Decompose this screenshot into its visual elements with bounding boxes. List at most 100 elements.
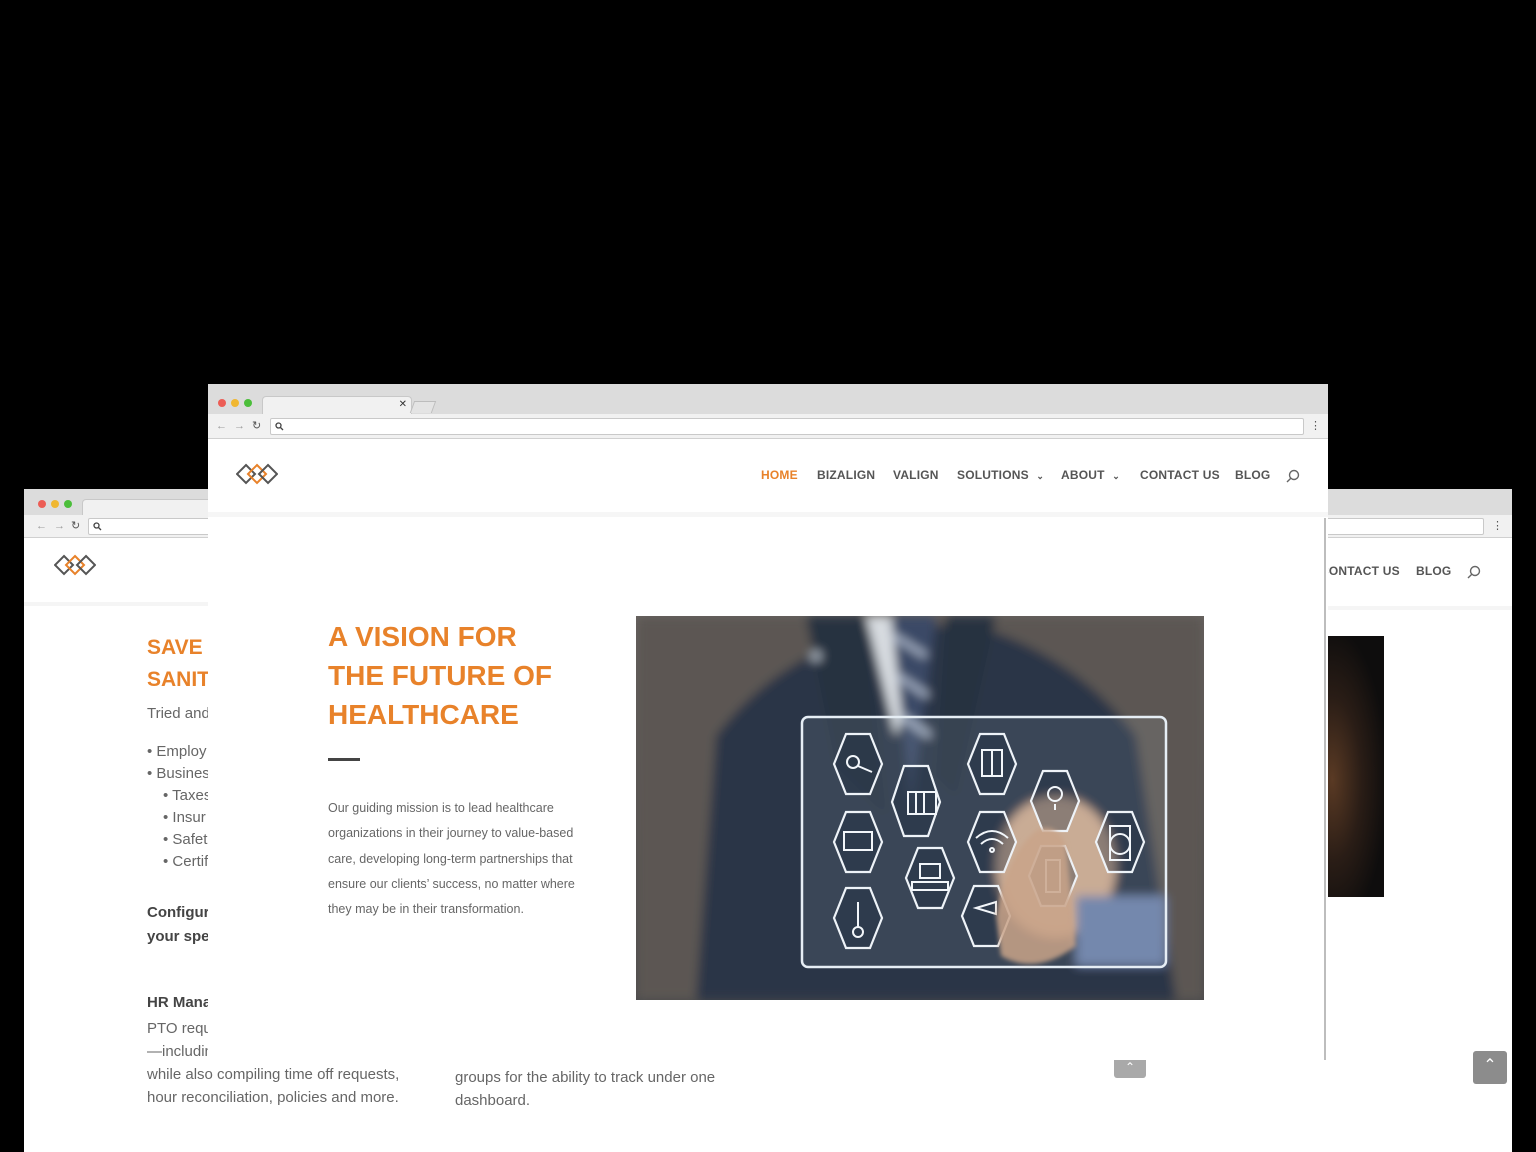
- col2-text-line: groups for the ability to track under on…: [455, 1069, 716, 1086]
- nav-contact-us[interactable]: CONTACT US: [1320, 564, 1400, 578]
- config-heading-line: your spe: [147, 928, 210, 945]
- left-heading-line: SAVE: [147, 636, 203, 659]
- businessman-illustration: [636, 616, 1204, 1000]
- list-item-text: Employ: [156, 743, 207, 760]
- hero-description-line: ensure our clients’ success, no matter w…: [328, 876, 575, 891]
- nav-blog[interactable]: BLOG: [1235, 468, 1270, 482]
- nav-valign[interactable]: VALIGN: [893, 468, 939, 482]
- maximize-window-dot[interactable]: [244, 399, 252, 407]
- browser-tab[interactable]: ✕: [262, 396, 412, 415]
- maximize-window-dot[interactable]: [64, 500, 72, 508]
- forward-icon[interactable]: →: [54, 520, 65, 532]
- hero-title-line: A VISION FOR: [328, 621, 517, 652]
- chevron-up-icon: ⌃: [1124, 1060, 1136, 1074]
- forward-icon[interactable]: →: [234, 420, 245, 432]
- right-browser-window: ⋮ CONTACT US BLOG ⌃: [1310, 489, 1512, 1152]
- hero-description-line: organizations in their journey to value-…: [328, 826, 574, 841]
- nav-bizalign[interactable]: BIZALIGN: [817, 468, 875, 482]
- hero-description-line: they may be in their transformation.: [328, 902, 524, 917]
- nav-home[interactable]: HOME: [761, 468, 798, 482]
- url-bar[interactable]: [1310, 518, 1484, 535]
- list-item-text: Certif: [172, 853, 209, 870]
- nav-solutions-label: SOLUTIONS: [957, 468, 1029, 482]
- more-options-icon[interactable]: ⋮: [1492, 520, 1503, 532]
- scroll-top-button[interactable]: ⌃: [1114, 1060, 1146, 1078]
- hr-text: PTO requ —includin: [147, 1017, 213, 1063]
- list-item: • Taxes: [163, 787, 212, 804]
- list-item-text: Insur: [172, 809, 206, 826]
- reload-icon[interactable]: ↻: [252, 420, 261, 432]
- hero-title: A VISION FOR THE FUTURE OF HEALTHCARE: [328, 617, 552, 734]
- hero-description: Our guiding mission is to lead healthcar…: [328, 796, 575, 922]
- new-tab-button[interactable]: [409, 401, 437, 413]
- left-heading-line: SANIT: [147, 668, 210, 691]
- main-browser-window: ✕ ← → ↻ ⋮ HOME BIZALIGN VALIGN SOLUTIONS…: [208, 384, 1328, 1060]
- address-row: ⋮: [1310, 515, 1512, 538]
- hr-text-continued: while also compiling time off requests, …: [147, 1063, 399, 1109]
- scroll-top-button[interactable]: ⌃: [1473, 1051, 1507, 1084]
- hero-title-line: THE FUTURE OF: [328, 660, 552, 691]
- company-logo-icon[interactable]: [236, 463, 278, 485]
- tab-strip: ✕: [208, 384, 1328, 415]
- list-item-text: Busines: [156, 765, 210, 782]
- search-icon: [93, 522, 102, 531]
- hero-description-line: Our guiding mission is to lead healthcar…: [328, 801, 554, 815]
- chevron-up-icon: ⌃: [1483, 1057, 1497, 1074]
- chevron-down-icon: ⌄: [1112, 471, 1120, 481]
- minimize-window-dot[interactable]: [51, 500, 59, 508]
- hr-text-line: while also compiling time off requests,: [147, 1066, 400, 1083]
- close-tab-icon[interactable]: ✕: [399, 399, 407, 410]
- hero-title-line: HEALTHCARE: [328, 699, 519, 730]
- chevron-down-icon: ⌄: [1036, 471, 1045, 481]
- left-browser-window: ← → ↻ SAVE SANIT Tried and • Employ • Bu…: [24, 489, 224, 1152]
- hero-image: [636, 616, 1204, 1000]
- nav-about[interactable]: ABOUT ⌄: [1061, 468, 1120, 482]
- col2-text-line: dashboard.: [455, 1092, 531, 1109]
- list-item: • Employ: [147, 743, 207, 760]
- left-intro: Tried and: [147, 705, 210, 722]
- config-heading-line: Configur: [147, 904, 210, 921]
- config-heading: Configur your spe: [147, 901, 210, 949]
- address-row: ← → ↻ ⋮: [208, 414, 1328, 439]
- hr-heading: HR Mana: [147, 994, 212, 1011]
- bullet-list: • Employ • Busines • Taxes • Insur • Saf…: [147, 741, 211, 873]
- list-item: • Safet: [163, 831, 208, 848]
- close-window-dot[interactable]: [38, 500, 46, 508]
- header-divider: [208, 512, 1328, 517]
- title-divider: [328, 758, 360, 761]
- search-icon[interactable]: [1467, 565, 1481, 579]
- header-divider: [24, 602, 224, 606]
- hero-description-line: care, developing long-term partnerships …: [328, 851, 573, 866]
- minimize-window-dot[interactable]: [231, 399, 239, 407]
- hr-text-line: hour reconciliation, policies and more.: [147, 1089, 399, 1106]
- close-window-dot[interactable]: [218, 399, 226, 407]
- reload-icon[interactable]: ↻: [71, 520, 80, 532]
- window-right-edge: [1324, 518, 1326, 1060]
- url-bar[interactable]: [270, 418, 1304, 435]
- list-item-text: Taxes: [172, 787, 212, 804]
- list-item: • Certif: [163, 853, 209, 870]
- address-row: ← → ↻: [24, 515, 224, 538]
- url-bar[interactable]: [88, 518, 224, 535]
- second-column-text: groups for the ability to track under on…: [455, 1066, 715, 1112]
- browser-tab[interactable]: [82, 499, 224, 516]
- more-options-icon[interactable]: ⋮: [1310, 420, 1321, 432]
- tab-strip: [24, 489, 224, 516]
- list-item-text: Safet: [172, 831, 208, 848]
- back-icon[interactable]: ←: [36, 520, 47, 532]
- left-heading: SAVE SANIT: [147, 632, 210, 696]
- nav-about-label: ABOUT: [1061, 468, 1105, 482]
- left-window-lower-strip: while also compiling time off requests, …: [24, 1060, 1512, 1152]
- search-icon[interactable]: [1286, 469, 1300, 483]
- back-icon[interactable]: ←: [216, 420, 227, 432]
- list-item: • Busines: [147, 765, 210, 782]
- header-divider: [1310, 606, 1512, 610]
- list-item: • Insur: [163, 809, 206, 826]
- search-icon: [275, 422, 284, 431]
- hr-text-line: PTO requ: [147, 1020, 212, 1037]
- tab-strip: [1310, 489, 1512, 515]
- company-logo-icon[interactable]: [54, 554, 96, 576]
- nav-solutions[interactable]: SOLUTIONS ⌄: [957, 468, 1044, 482]
- nav-blog[interactable]: BLOG: [1416, 564, 1451, 578]
- nav-contact-us[interactable]: CONTACT US: [1140, 468, 1220, 482]
